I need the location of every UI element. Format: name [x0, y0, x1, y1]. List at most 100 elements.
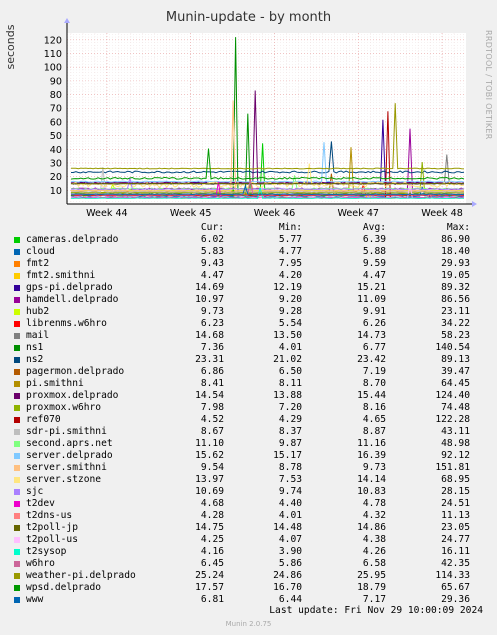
legend-series-name: t2dns-us — [26, 510, 73, 521]
legend-series-name: ref070 — [26, 414, 61, 425]
legend-value-min: 13.50 — [273, 330, 302, 341]
legend-value-avg: 7.19 — [362, 366, 386, 377]
legend-value-avg: 4.47 — [362, 270, 386, 281]
legend-value-max: 124.40 — [435, 390, 470, 401]
legend-value-cur: 4.52 — [200, 414, 224, 425]
legend-value-min: 9.28 — [278, 306, 302, 317]
legend-row: fmt2 9.43 7.95 9.59 29.93 — [0, 258, 497, 270]
legend-swatch — [14, 573, 20, 579]
legend-value-min: 4.29 — [278, 414, 302, 425]
legend-value-avg: 14.86 — [357, 522, 386, 533]
legend-row: gps-pi.delprado 14.69 12.19 15.21 89.32 — [0, 282, 497, 294]
legend-value-min: 21.02 — [273, 354, 302, 365]
legend-value-max: 65.67 — [441, 582, 470, 593]
legend-value-max: 29.36 — [441, 594, 470, 605]
last-update: Last update: Fri Nov 29 10:00:09 2024 — [269, 605, 483, 616]
legend-swatch — [14, 453, 20, 459]
x-tick-label: Week 46 — [254, 208, 296, 219]
legend-value-avg: 25.95 — [357, 570, 386, 581]
legend-swatch — [14, 513, 20, 519]
legend-value-min: 15.17 — [273, 450, 302, 461]
legend-value-avg: 23.42 — [357, 354, 386, 365]
legend-value-max: 39.47 — [441, 366, 470, 377]
legend-value-avg: 7.17 — [362, 594, 386, 605]
legend-value-cur: 11.10 — [195, 438, 224, 449]
legend-value-cur: 14.75 — [195, 522, 224, 533]
legend-swatch — [14, 381, 20, 387]
legend-value-cur: 7.36 — [200, 342, 224, 353]
legend-swatch — [14, 249, 20, 255]
legend-swatch — [14, 585, 20, 591]
legend-value-max: 43.11 — [441, 426, 470, 437]
legend-series-name: hub2 — [26, 306, 50, 317]
legend-value-min: 4.01 — [278, 342, 302, 353]
legend-value-cur: 25.24 — [195, 570, 224, 581]
legend-value-max: 64.45 — [441, 378, 470, 389]
legend-value-min: 9.87 — [278, 438, 302, 449]
legend-value-avg: 4.38 — [362, 534, 386, 545]
legend-series-name: w6hro — [26, 558, 55, 569]
legend-row: hub2 9.73 9.28 9.91 23.11 — [0, 306, 497, 318]
y-tick-label: 10 — [50, 186, 62, 197]
legend-row: t2dns-us 4.28 4.01 4.32 11.13 — [0, 510, 497, 522]
legend-value-min: 4.40 — [278, 498, 302, 509]
legend-row: pagermon.delprado 6.86 6.50 7.19 39.47 — [0, 366, 497, 378]
legend-swatch — [14, 285, 20, 291]
legend-value-avg: 6.58 — [362, 558, 386, 569]
legend-value-cur: 6.45 — [200, 558, 224, 569]
legend-header-min: Min: — [278, 222, 302, 233]
legend-series-name: fmt2 — [26, 258, 50, 269]
x-axis-arrow — [472, 201, 477, 207]
legend-swatch — [14, 537, 20, 543]
legend-value-cur: 4.47 — [200, 270, 224, 281]
y-tick-label: 70 — [50, 104, 62, 115]
legend-value-min: 14.48 — [273, 522, 302, 533]
legend-value-min: 5.54 — [278, 318, 302, 329]
legend-swatch — [14, 237, 20, 243]
legend-value-cur: 14.68 — [195, 330, 224, 341]
legend-value-avg: 10.83 — [357, 486, 386, 497]
legend-series-name: cameras.delprado — [26, 234, 119, 245]
legend-row: proxmox.w6hro 7.98 7.20 8.16 74.48 — [0, 402, 497, 414]
legend-value-max: 42.35 — [441, 558, 470, 569]
legend-value-min: 5.77 — [278, 234, 302, 245]
legend-value-max: 24.51 — [441, 498, 470, 509]
series-line-t2poll-jp — [70, 182, 465, 185]
legend-swatch — [14, 297, 20, 303]
legend-value-min: 4.77 — [278, 246, 302, 257]
y-tick-label: 20 — [50, 172, 62, 183]
y-tick-label: 40 — [50, 145, 62, 156]
legend-value-avg: 5.88 — [362, 246, 386, 257]
legend-value-min: 16.70 — [273, 582, 302, 593]
legend-series-name: hamdell.delprado — [26, 294, 119, 305]
legend-header-max: Max: — [446, 222, 470, 233]
legend-series-name: t2poll-us — [26, 534, 78, 545]
legend-value-cur: 5.83 — [200, 246, 224, 257]
legend-value-cur: 13.97 — [195, 474, 224, 485]
legend-row: sdr-pi.smithni 8.67 8.37 8.87 43.11 — [0, 426, 497, 438]
legend-swatch — [14, 405, 20, 411]
chart-canvas: 102030405060708090100110120 Week 44 Week … — [44, 18, 477, 219]
legend-value-min: 6.50 — [278, 366, 302, 377]
y-tick-label: 120 — [44, 35, 62, 46]
legend-value-cur: 6.02 — [200, 234, 224, 245]
legend-value-max: 48.98 — [441, 438, 470, 449]
legend-series-name: ns2 — [26, 354, 44, 365]
legend-series-name: wpsd.delprado — [26, 582, 102, 593]
y-tick-label: 110 — [44, 49, 62, 60]
legend-value-avg: 4.26 — [362, 546, 386, 557]
legend-series-name: fmt2.smithni — [26, 270, 96, 281]
legend-swatch — [14, 525, 20, 531]
y-axis-arrow — [64, 18, 70, 23]
legend-row: pi.smithni 8.41 8.11 8.70 64.45 — [0, 378, 497, 390]
legend-row: second.aprs.net 11.10 9.87 11.16 48.98 — [0, 438, 497, 450]
legend-value-cur: 6.23 — [200, 318, 224, 329]
legend-value-avg: 11.16 — [357, 438, 386, 449]
legend-swatch — [14, 345, 20, 351]
legend-value-max: 122.28 — [435, 414, 470, 425]
legend-value-cur: 6.86 — [200, 366, 224, 377]
legend-swatch — [14, 441, 20, 447]
legend-header-cur: Cur: — [200, 222, 224, 233]
legend-value-avg: 18.79 — [357, 582, 386, 593]
legend-row: sjc 10.69 9.74 10.83 28.15 — [0, 486, 497, 498]
